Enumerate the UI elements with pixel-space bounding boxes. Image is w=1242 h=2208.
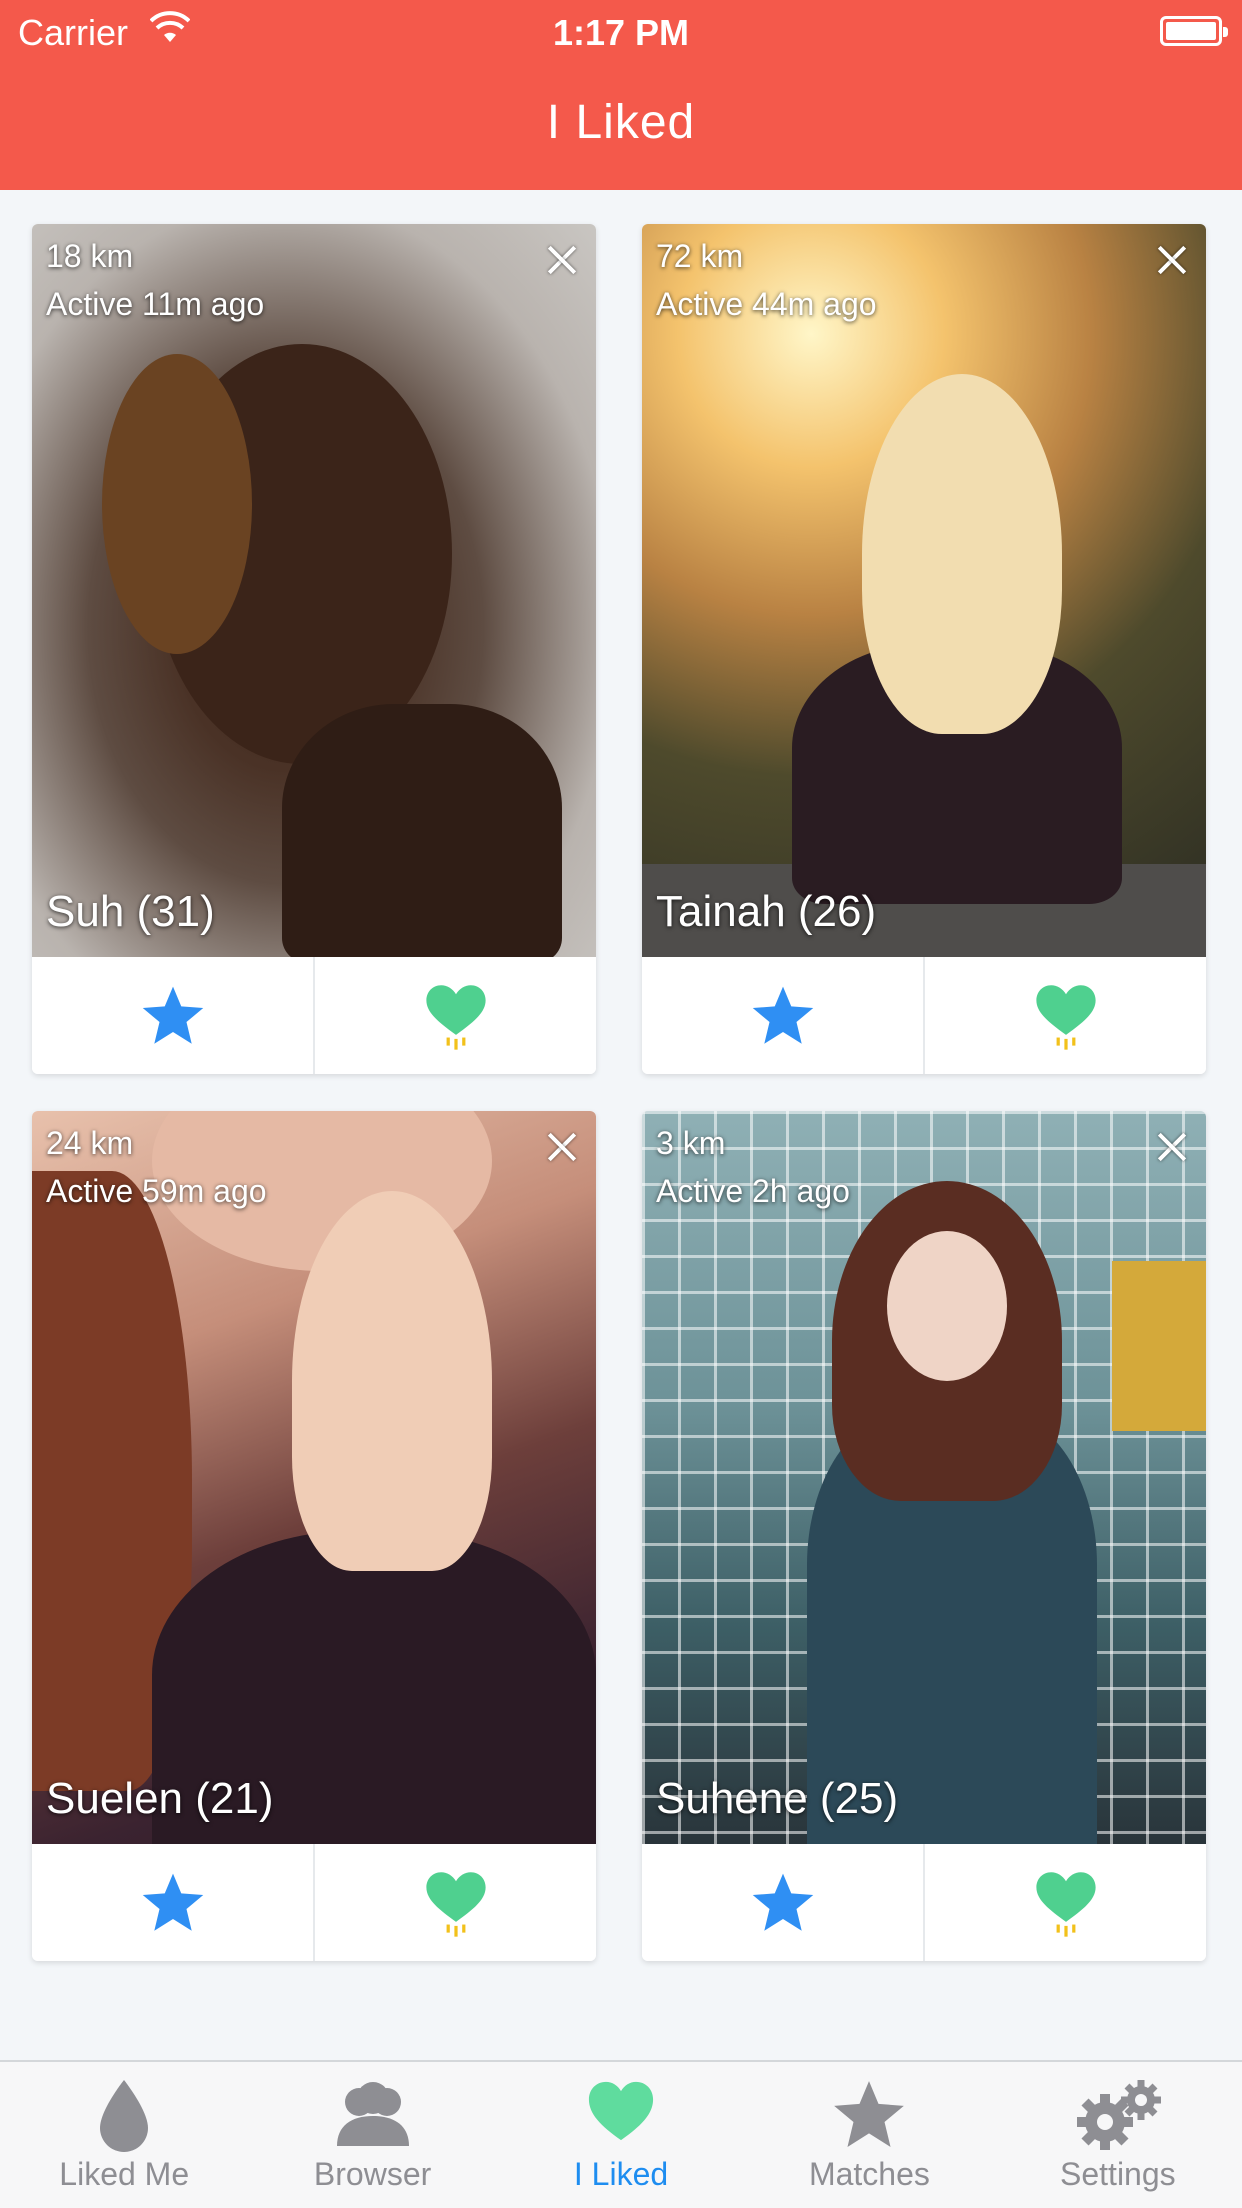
heart-icon (1035, 984, 1096, 1050)
star-button[interactable] (32, 1844, 313, 1961)
clock: 1:17 PM (552, 12, 690, 53)
profile-card[interactable]: 18 km Active 11m ago Suh (31) (32, 224, 596, 1074)
heart-icon (1035, 1871, 1096, 1937)
like-button[interactable] (313, 957, 596, 1074)
like-button[interactable] (923, 1844, 1206, 1961)
last-active-label: Active 11m ago (46, 286, 265, 322)
star-button[interactable] (642, 1844, 923, 1961)
last-active-label: Active 59m ago (46, 1173, 267, 1209)
close-icon[interactable] (542, 1127, 582, 1167)
profile-name: Suelen (21) (46, 1774, 274, 1823)
card-actions (32, 1844, 596, 1961)
profile-card[interactable]: 24 km Active 59m ago Suelen (21) (32, 1111, 596, 1961)
card-actions (32, 957, 596, 1074)
like-button[interactable] (923, 957, 1206, 1074)
liked-grid: 18 km Active 11m ago Suh (31) 72 km Acti… (0, 190, 1242, 2060)
profile-photo[interactable]: 3 km Active 2h ago Suhene (25) (642, 1111, 1206, 1844)
tab-label: Browser (313, 2156, 432, 2192)
page-title: I Liked (546, 96, 696, 149)
tab-settings[interactable]: Settings (994, 2062, 1242, 2208)
tab-label: Matches (808, 2156, 930, 2192)
distance-label: 24 km (46, 1125, 134, 1161)
star-button[interactable] (642, 957, 923, 1074)
tab-i-liked[interactable]: I Liked (497, 2062, 745, 2208)
star-icon (142, 1873, 203, 1931)
star-button[interactable] (32, 957, 313, 1074)
card-actions (642, 1844, 1206, 1961)
tab-label: Liked Me (59, 2156, 190, 2192)
status-bar: Carrier 1:17 PM (0, 0, 1242, 60)
drop-icon (100, 2080, 149, 2152)
card-actions (642, 957, 1206, 1074)
battery-icon (1160, 16, 1228, 46)
profile-name: Suhene (25) (656, 1774, 899, 1823)
distance-label: 72 km (656, 238, 744, 274)
star-icon (752, 986, 813, 1044)
heart-icon (425, 984, 486, 1050)
distance-label: 18 km (46, 238, 134, 274)
profile-card[interactable]: 3 km Active 2h ago Suhene (25) (642, 1111, 1206, 1961)
distance-label: 3 km (656, 1125, 726, 1161)
profile-photo[interactable]: 24 km Active 59m ago Suelen (21) (32, 1111, 596, 1844)
close-icon[interactable] (542, 240, 582, 280)
tab-label: I Liked (573, 2156, 669, 2192)
close-icon[interactable] (1152, 240, 1192, 280)
header-bar: Carrier 1:17 PM I Liked (0, 0, 1242, 190)
last-active-label: Active 44m ago (656, 286, 877, 322)
tab-bar: Liked Me Browser I Liked Matches Setting… (0, 2060, 1242, 2208)
profile-card[interactable]: 72 km Active 44m ago Tainah (26) (642, 224, 1206, 1074)
profile-photo[interactable]: 18 km Active 11m ago Suh (31) (32, 224, 596, 957)
tab-liked-me[interactable]: Liked Me (0, 2062, 248, 2208)
profile-name: Suh (31) (46, 887, 215, 936)
profile-photo[interactable]: 72 km Active 44m ago Tainah (26) (642, 224, 1206, 957)
people-icon (336, 2082, 409, 2146)
tab-label: Settings (1060, 2156, 1176, 2192)
tab-matches[interactable]: Matches (745, 2062, 993, 2208)
gears-icon (1076, 2080, 1161, 2150)
star-icon (142, 986, 203, 1044)
last-active-label: Active 2h ago (656, 1173, 850, 1209)
profile-name: Tainah (26) (656, 887, 877, 936)
heart-icon (588, 2081, 654, 2141)
tab-browser[interactable]: Browser (248, 2062, 496, 2208)
star-icon (834, 2081, 905, 2147)
heart-icon (425, 1871, 486, 1937)
star-icon (752, 1873, 813, 1931)
like-button[interactable] (313, 1844, 596, 1961)
close-icon[interactable] (1152, 1127, 1192, 1167)
